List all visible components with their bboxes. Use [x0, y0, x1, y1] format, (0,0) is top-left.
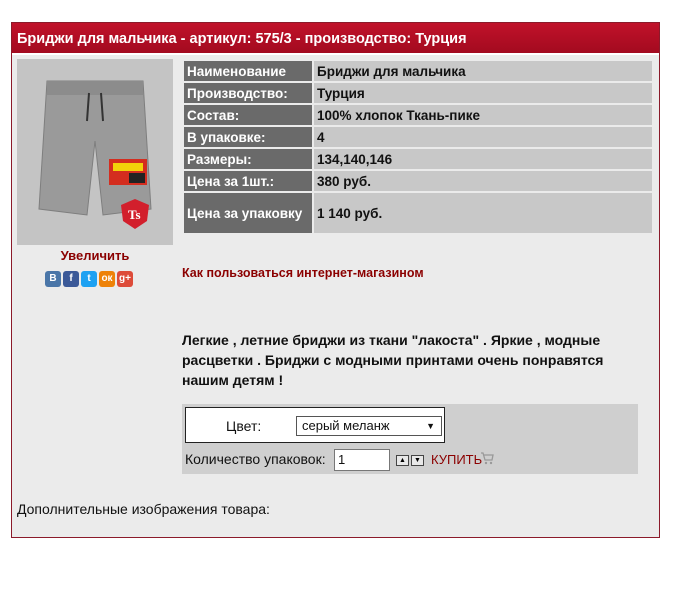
- google-plus-icon[interactable]: g+: [117, 271, 133, 287]
- spec-label: Состав:: [184, 105, 312, 125]
- spec-value: Турция: [314, 83, 652, 103]
- spec-row: Цена за упаковку 1 140 руб.: [184, 193, 652, 233]
- spec-table: Наименование Бриджи для мальчика Произво…: [182, 59, 654, 235]
- facebook-icon[interactable]: f: [63, 271, 79, 287]
- svg-text:Ts: Ts: [128, 207, 141, 222]
- quantity-input[interactable]: 1: [334, 449, 390, 471]
- spec-row: Цена за 1шт.: 380 руб.: [184, 171, 652, 191]
- spec-row: Наименование Бриджи для мальчика: [184, 61, 652, 81]
- order-form: Цвет: серый меланж ▼ Количество упаковок…: [182, 404, 638, 474]
- vk-icon[interactable]: В: [45, 271, 61, 287]
- color-selected-value: серый меланж: [302, 418, 390, 433]
- twitter-icon[interactable]: t: [81, 271, 97, 287]
- quantity-increase-icon[interactable]: ▲: [396, 455, 409, 466]
- spec-label: Цена за 1шт.:: [184, 171, 312, 191]
- extra-images-label: Дополнительные изображения товара:: [17, 501, 270, 517]
- spec-value: 100% хлопок Ткань-пике: [314, 105, 652, 125]
- zoom-link[interactable]: Увеличить: [17, 248, 173, 263]
- spec-value: 1 140 руб.: [314, 193, 652, 233]
- spec-label: В упаковке:: [184, 127, 312, 147]
- spec-label: Наименование: [184, 61, 312, 81]
- color-label: Цвет:: [226, 418, 262, 434]
- spec-row: Производство: Турция: [184, 83, 652, 103]
- odnoklassniki-icon[interactable]: ок: [99, 271, 115, 287]
- color-select[interactable]: серый меланж ▼: [296, 416, 442, 436]
- howto-link[interactable]: Как пользоваться интернет-магазином: [182, 266, 424, 280]
- spec-row: Размеры: 134,140,146: [184, 149, 652, 169]
- quantity-decrease-icon[interactable]: ▼: [411, 455, 424, 466]
- spec-value: 4: [314, 127, 652, 147]
- spec-row: Состав: 100% хлопок Ткань-пике: [184, 105, 652, 125]
- spec-value: 380 руб.: [314, 171, 652, 191]
- product-description: Легкие , летние бриджи из ткани "лакоста…: [182, 332, 604, 388]
- product-panel: Бриджи для мальчика - артикул: 575/3 - п…: [11, 22, 660, 538]
- spec-row: В упаковке: 4: [184, 127, 652, 147]
- product-photo[interactable]: Ts: [17, 59, 173, 245]
- product-title: Бриджи для мальчика - артикул: 575/3 - п…: [12, 23, 659, 55]
- shorts-image: Ts: [17, 59, 173, 245]
- color-option-box: Цвет: серый меланж ▼: [185, 407, 445, 443]
- quantity-label: Количество упаковок:: [185, 451, 326, 467]
- social-share-bar: В f t ок g+: [45, 271, 133, 287]
- spec-label: Размеры:: [184, 149, 312, 169]
- spec-value: Бриджи для мальчика: [314, 61, 652, 81]
- spec-label: Цена за упаковку: [184, 193, 312, 233]
- cart-icon[interactable]: [480, 451, 494, 465]
- spec-value: 134,140,146: [314, 149, 652, 169]
- chevron-down-icon: ▼: [426, 421, 435, 431]
- spec-label: Производство:: [184, 83, 312, 103]
- buy-button[interactable]: КУПИТЬ: [431, 452, 482, 467]
